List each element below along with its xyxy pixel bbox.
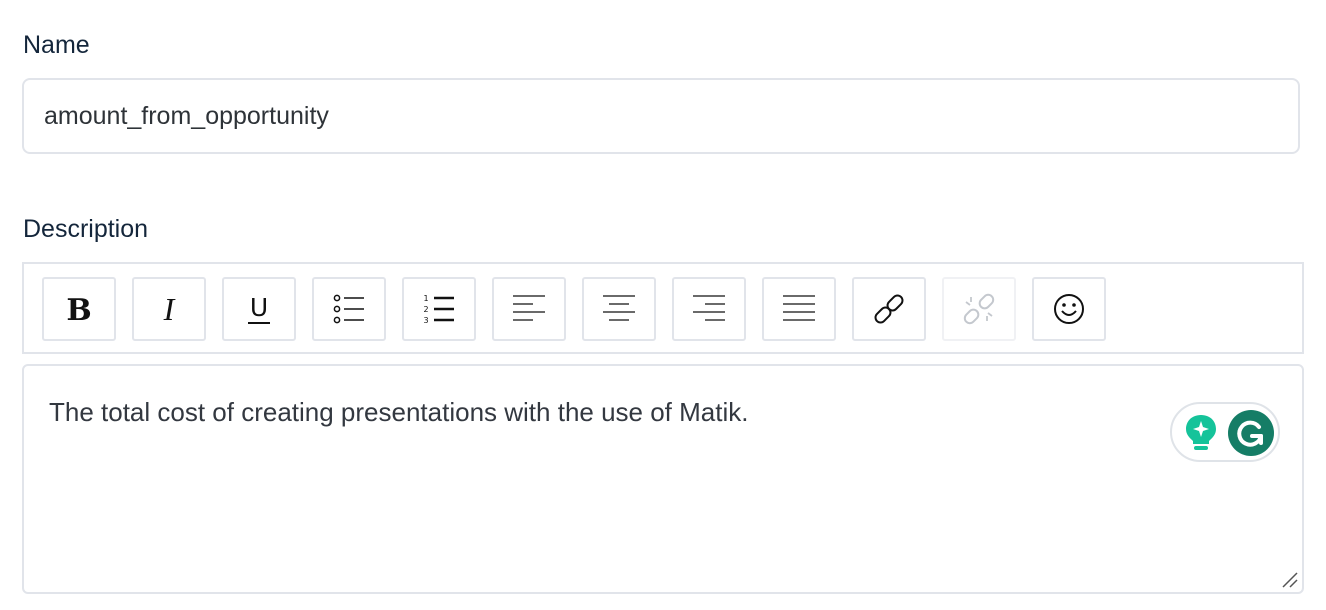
align-left-button[interactable] (492, 277, 566, 341)
italic-icon: I (163, 291, 176, 327)
grammarly-logo-icon[interactable] (1228, 410, 1274, 456)
lightbulb-sparkle-icon[interactable] (1182, 412, 1220, 454)
svg-text:3: 3 (423, 316, 428, 325)
underline-button[interactable]: U (222, 277, 296, 341)
link-icon (874, 294, 904, 324)
description-label: Description (23, 215, 149, 243)
description-editor[interactable]: The total cost of creating presentations… (22, 364, 1304, 594)
grammarly-widget[interactable] (1170, 402, 1280, 462)
align-center-icon (603, 295, 635, 321)
emoji-icon (1054, 294, 1084, 324)
numbered-list-button[interactable]: 1 2 3 (402, 277, 476, 341)
svg-text:B: B (66, 293, 91, 328)
name-label: Name (23, 31, 90, 59)
bulleted-list-button[interactable] (312, 277, 386, 341)
svg-text:U: U (250, 293, 268, 322)
numbered-list-icon: 1 2 3 (423, 294, 454, 325)
align-left-icon (513, 295, 545, 321)
resize-handle-icon[interactable] (1281, 571, 1299, 589)
unlink-button[interactable] (942, 277, 1016, 341)
name-input[interactable] (22, 78, 1300, 154)
link-button[interactable] (852, 277, 926, 341)
align-justify-icon (783, 295, 815, 321)
align-right-icon (693, 295, 725, 321)
align-center-button[interactable] (582, 277, 656, 341)
unlink-icon (963, 293, 995, 325)
align-justify-button[interactable] (762, 277, 836, 341)
svg-text:I: I (163, 291, 176, 327)
underline-icon: U (248, 293, 270, 324)
svg-text:1: 1 (423, 294, 428, 303)
svg-text:2: 2 (423, 305, 428, 314)
field-editor-form: Name Description B I U (0, 0, 1326, 610)
rich-text-toolbar: B I U 1 2 3 (22, 262, 1304, 354)
bold-icon: B (66, 293, 91, 328)
align-right-button[interactable] (672, 277, 746, 341)
emoji-button[interactable] (1032, 277, 1106, 341)
bold-button[interactable]: B (42, 277, 116, 341)
italic-button[interactable]: I (132, 277, 206, 341)
bulleted-list-icon (333, 294, 364, 324)
description-text[interactable]: The total cost of creating presentations… (49, 397, 748, 428)
